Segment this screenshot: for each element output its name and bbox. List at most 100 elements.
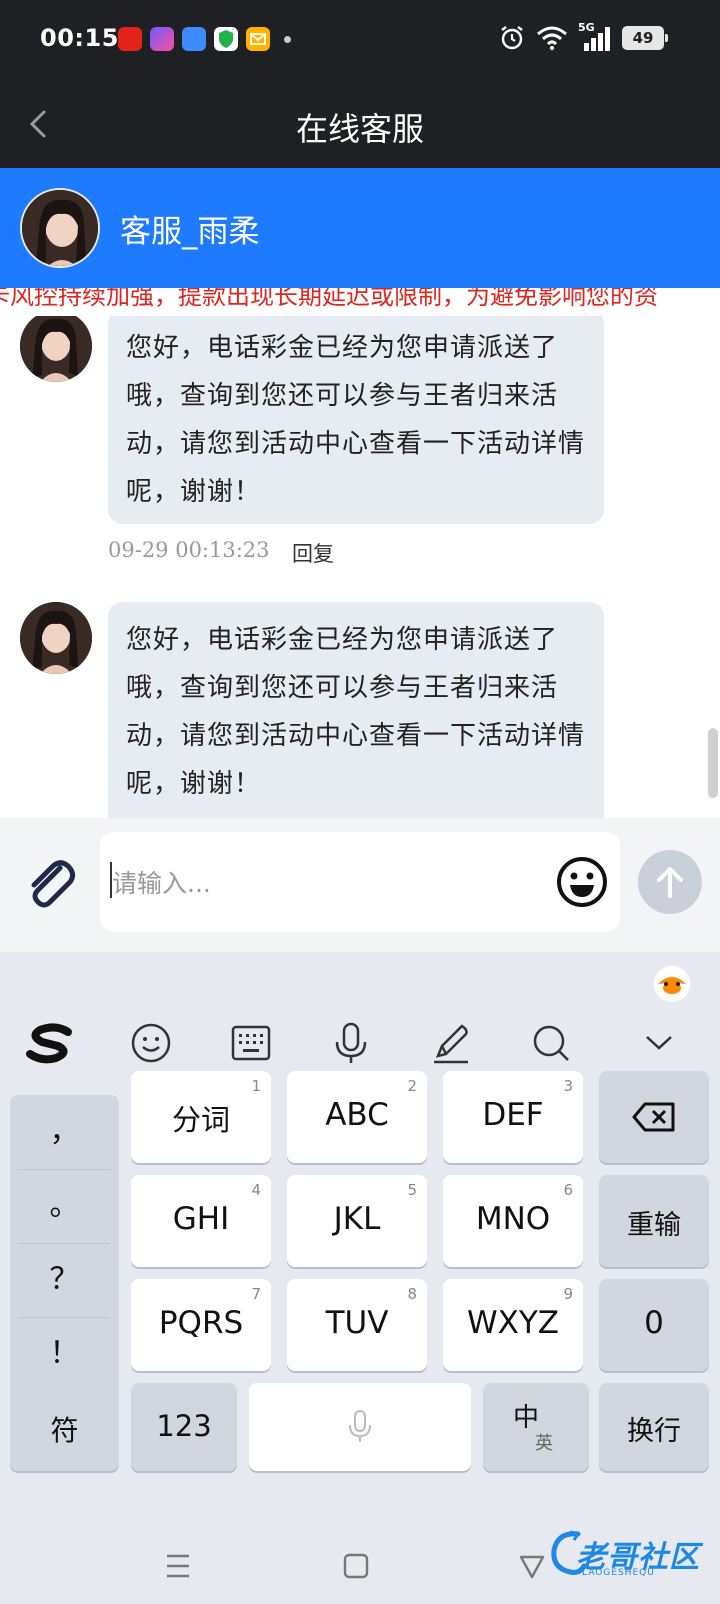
key-0[interactable]: 0: [599, 1279, 709, 1371]
watermark-subtext: LAOGESHEQU: [582, 1568, 655, 1578]
nav-bar: 在线客服: [0, 80, 720, 168]
key-label: 123: [156, 1409, 212, 1443]
keyboard-icon[interactable]: [228, 1020, 274, 1066]
status-indicators: 5G 49: [498, 21, 668, 52]
key-3[interactable]: DEF 3: [443, 1071, 583, 1163]
status-time: 00:15: [40, 24, 119, 52]
key-7[interactable]: PQRS 7: [131, 1279, 271, 1371]
sogou-logo-icon[interactable]: [26, 1020, 72, 1066]
network-type: 5G: [578, 21, 595, 34]
message-bubble[interactable]: 您好，电话彩金已经为您申请派送了哦，查询到您还可以参与王者归来活动，请您到活动中…: [108, 316, 604, 524]
enter-key[interactable]: 换行: [599, 1383, 709, 1471]
back-nav-button[interactable]: [512, 1546, 552, 1586]
reply-button[interactable]: 回复: [292, 538, 334, 568]
home-square-icon: [343, 1553, 369, 1579]
punct-key-question[interactable]: ？: [10, 1243, 119, 1317]
agent-header: 客服_雨柔: [0, 168, 720, 288]
paperclip-icon: [31, 860, 76, 908]
key-label: PQRS: [158, 1305, 244, 1341]
notification-dot: [284, 35, 291, 43]
keyboard-toolbar: [0, 1002, 720, 1082]
back-triangle-icon: [519, 1555, 545, 1579]
mascot-icon[interactable]: [652, 964, 692, 1004]
agent-avatar[interactable]: [20, 188, 100, 268]
input-placeholder: 请输入...: [112, 869, 211, 898]
key-8[interactable]: TUV 8: [287, 1279, 427, 1371]
numbers-key[interactable]: 123: [131, 1383, 237, 1471]
key-number: 9: [563, 1285, 573, 1303]
key-6[interactable]: MNO 6: [443, 1175, 583, 1267]
backspace-key[interactable]: [599, 1071, 709, 1163]
retype-key[interactable]: 重输: [599, 1175, 709, 1267]
send-button[interactable]: [638, 850, 702, 914]
key-label: DEF: [482, 1097, 544, 1133]
punct-key-period[interactable]: 。: [10, 1169, 119, 1243]
smiley-icon: [557, 857, 607, 907]
language-switch-key[interactable]: 中 英: [483, 1383, 589, 1471]
key-5[interactable]: JKL 5: [287, 1175, 427, 1267]
symbols-key[interactable]: 符: [10, 1383, 119, 1471]
message-input[interactable]: 请输入...: [100, 832, 620, 932]
key-label: 分词: [171, 1103, 230, 1137]
cloud-icon: [182, 27, 206, 51]
notice-text: 卡风控持续加强，提款出现长期延迟或限制，为避免影响您的资: [0, 288, 658, 310]
key-label: TUV: [325, 1305, 389, 1341]
space-key[interactable]: [249, 1383, 471, 1471]
watermark-logo: 老哥社区 LAOGESHEQU: [548, 1528, 708, 1584]
key-number: 6: [563, 1181, 573, 1199]
battery-icon: 49: [622, 26, 668, 50]
notice-marquee: 卡风控持续加强，提款出现长期延迟或限制，为避免影响您的资: [0, 288, 720, 316]
emoji-icon[interactable]: [128, 1020, 174, 1066]
message-bubble[interactable]: 您好，电话彩金已经为您申请派送了哦，查询到您还可以参与王者归来活动，请您到活动中…: [108, 602, 604, 818]
punctuation-column: ， 。 ？ ！: [10, 1095, 119, 1401]
signal-icon: 5G: [578, 21, 612, 51]
key-label: 符: [50, 1414, 79, 1447]
status-app-icons: [118, 27, 291, 51]
lang-sub-label: 英: [535, 1433, 553, 1454]
key-2[interactable]: ABC 2: [287, 1071, 427, 1163]
key-9[interactable]: WXYZ 9: [443, 1279, 583, 1371]
attach-button[interactable]: [22, 854, 78, 910]
key-label: 0: [644, 1305, 664, 1341]
mail-icon: [246, 27, 270, 51]
key-number: 8: [407, 1285, 417, 1303]
key-number: 1: [251, 1077, 261, 1095]
keyboard: ， 。 ？ ！ 分词 1 ABC 2 DEF 3 GHI 4 JKL 5 MNO…: [0, 952, 720, 1604]
key-number: 5: [407, 1181, 417, 1199]
key-number: 4: [251, 1181, 261, 1199]
chat-area[interactable]: 您好，电话彩金已经为您申请派送了哦，查询到您还可以参与王者归来活动，请您到活动中…: [0, 316, 720, 818]
agent-name: 客服_雨柔: [120, 214, 260, 250]
key-number: 3: [563, 1077, 573, 1095]
message-time: 09-29 00:13:23: [108, 538, 270, 562]
collapse-chevron-icon[interactable]: [636, 1020, 682, 1066]
key-label: JKL: [333, 1201, 381, 1237]
home-button[interactable]: [336, 1546, 376, 1586]
key-label: MNO: [475, 1201, 551, 1237]
agent-avatar[interactable]: [20, 602, 92, 674]
page-title: 在线客服: [295, 110, 424, 148]
key-label: GHI: [172, 1201, 230, 1237]
microphone-icon[interactable]: [328, 1020, 374, 1066]
input-bar: 请输入...: [0, 818, 720, 952]
arrow-up-icon: [657, 867, 683, 898]
key-4[interactable]: GHI 4: [131, 1175, 271, 1267]
status-bar: 00:15 5G 49: [0, 0, 720, 80]
key-label: WXYZ: [466, 1305, 560, 1341]
menu-button[interactable]: [158, 1546, 198, 1586]
search-icon[interactable]: [528, 1020, 574, 1066]
chat-scrollbar[interactable]: [708, 728, 718, 798]
emoji-button[interactable]: [554, 854, 610, 910]
microphone-icon: [349, 1410, 371, 1442]
punct-key-comma[interactable]: ，: [10, 1095, 119, 1169]
key-label: 换行: [627, 1416, 681, 1447]
key-1[interactable]: 分词 1: [131, 1071, 271, 1163]
key-label: ABC: [325, 1097, 389, 1133]
backspace-icon: [632, 1102, 675, 1132]
alarm-icon: [501, 26, 523, 50]
agent-avatar[interactable]: [20, 316, 92, 382]
vpn-icon: [150, 27, 174, 51]
handwriting-icon[interactable]: [428, 1020, 474, 1066]
punct-key-exclaim[interactable]: ！: [10, 1317, 119, 1391]
menu-icon: [167, 1554, 189, 1578]
key-number: 7: [251, 1285, 261, 1303]
